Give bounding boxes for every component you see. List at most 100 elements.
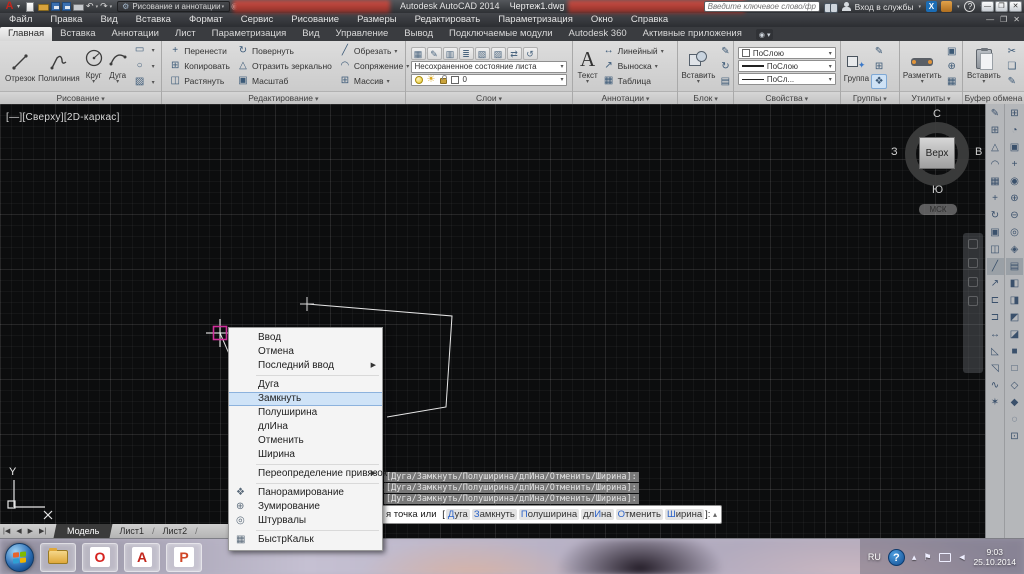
wcs-button[interactable]: МСК [919,204,957,215]
search-binoculars-icon[interactable] [824,2,838,12]
zoom-tool-icon[interactable]: ◌ [1006,411,1023,428]
lineweight-dropdown[interactable]: ПоСлою ▾ [738,60,836,72]
layer-tool-icon[interactable]: ↺ [523,47,538,60]
paste-button[interactable]: Вставить ▾ [967,47,1001,85]
tab-parametric[interactable]: Параметризация [204,27,295,41]
tab-layout1[interactable]: Лист1 [112,526,153,536]
table-button[interactable]: ▦Таблица [602,74,664,89]
undo-dropdown-icon[interactable]: ▾ [96,4,99,10]
zoom-tool-icon[interactable]: ⊞ [1006,105,1023,122]
zoom-tool-icon[interactable]: ◨ [1006,292,1023,309]
menu-item-width[interactable]: Ширина [229,448,382,462]
match-properties-button[interactable]: ✎ [1004,74,1020,89]
menu-item-snap-overrides[interactable]: Переопределение привязок▶ [229,467,382,481]
menu-item-pan[interactable]: ❖Панорамирование [229,486,382,500]
taskbar-explorer-button[interactable] [40,543,76,572]
communication-dropdown-icon[interactable]: ▾ [957,4,960,10]
layer-state-dropdown[interactable]: Несохраненное состояние листа ▾ [411,61,568,73]
modify-tool-icon[interactable]: ✶ [987,394,1004,411]
taskbar-opera-button[interactable]: O [82,543,118,572]
tab-plugins[interactable]: Подключаемые модули [441,27,561,41]
restore-button[interactable]: ❐ [995,1,1008,12]
zoom-tool-icon[interactable]: ◧ [1006,275,1023,292]
taskbar-powerpoint-button[interactable]: P [166,543,202,572]
move-button[interactable]: +Перенести [168,44,230,59]
zoom-tool-icon[interactable]: ◪ [1006,326,1023,343]
doc-minimize-button[interactable]: — [986,13,994,27]
communication-center-icon[interactable] [941,1,952,12]
sign-in-dropdown-icon[interactable]: ▾ [918,4,921,10]
menu-edit[interactable]: Правка [41,13,91,27]
measure-dropdown-icon[interactable]: ▾ [921,80,924,85]
navbar-icon[interactable] [968,296,978,306]
doc-close-button[interactable]: ✕ [1013,13,1020,27]
insert-dropdown-icon[interactable]: ▾ [697,80,700,85]
menu-item-undo[interactable]: Отменить [229,434,382,448]
menu-item-enter[interactable]: Ввод [229,331,382,345]
copy-button[interactable]: ⊞Копировать [168,59,230,74]
panel-block-label[interactable]: Блок [678,91,732,104]
modify-tool-icon[interactable]: ⊞ [987,122,1004,139]
menu-tools[interactable]: Сервис [232,13,283,27]
menu-view[interactable]: Вид [91,13,126,27]
modify-tool-icon[interactable]: ⊐ [987,309,1004,326]
menu-insert[interactable]: Вставка [127,13,180,27]
panel-properties-label[interactable]: Свойства [734,91,840,104]
tab-layout[interactable]: Лист [167,27,204,41]
viewcube-top-face[interactable]: Верх [919,137,955,169]
menu-item-zoom[interactable]: ⊕Зумирование [229,500,382,514]
command-history-toggle-icon[interactable]: ▴ [713,506,717,523]
modify-tool-icon[interactable]: ◫ [987,241,1004,258]
keyword-close[interactable]: Замкнуть [472,509,517,520]
redo-dropdown-icon[interactable]: ▾ [110,4,113,10]
zoom-tool-icon[interactable]: □ [1006,360,1023,377]
keyword-arc[interactable]: Дуга [446,509,470,520]
circle-button[interactable]: Круг ▾ [83,47,105,85]
zoom-tool-icon[interactable]: ◈ [1006,241,1023,258]
search-input[interactable] [704,1,820,12]
tab-view[interactable]: Вид [294,27,327,41]
modify-tool-icon[interactable]: ◠ [987,156,1004,173]
redo-button[interactable]: ↷ [100,1,108,12]
menu-format[interactable]: Формат [180,13,232,27]
paste-dropdown-icon[interactable]: ▾ [982,80,985,85]
action-center-flag-icon[interactable]: ⚑ [923,552,931,563]
menu-file[interactable]: Файл [0,13,41,27]
arc-button[interactable]: Дуга ▾ [108,47,128,85]
modify-tool-icon[interactable]: ╱ [987,258,1004,275]
viewcube-south-label[interactable]: Ю [932,184,943,196]
panel-draw-label[interactable]: Рисование [0,91,161,104]
panel-clipboard-label[interactable]: Буфер обмена [963,91,1024,104]
layer-tool-icon[interactable]: ▨ [491,47,506,60]
array-button[interactable]: ⊞Массив▾ [338,74,409,89]
line-button[interactable]: Отрезок [5,50,35,83]
menu-modify[interactable]: Редактировать [406,13,490,27]
arc-dropdown-icon[interactable]: ▾ [116,80,119,85]
group-edit-button[interactable]: ⊞ [871,59,887,74]
tab-featured-apps[interactable]: Активные приложения [635,27,750,41]
zoom-tool-icon[interactable]: ⊕ [1006,190,1023,207]
last-tab-arrow[interactable]: ▶| [36,527,49,535]
modify-tool-icon[interactable]: ▦ [987,173,1004,190]
viewcube-east-label[interactable]: В [975,146,982,158]
menu-item-cancel[interactable]: Отмена [229,345,382,359]
viewcube-west-label[interactable]: З [891,146,898,158]
navbar-icon[interactable] [968,239,978,249]
quick-calc-button[interactable]: ▦ [944,74,960,89]
minimize-button[interactable]: — [981,1,994,12]
circle-dropdown-icon[interactable]: ▾ [92,80,95,85]
modify-tool-icon[interactable]: ↻ [987,207,1004,224]
trim-button[interactable]: ╱Обрезать▾ [338,44,409,59]
menu-parametric[interactable]: Параметризация [489,13,582,27]
ellipse-button[interactable]: ○▾ [133,59,155,74]
scale-button[interactable]: ▣Масштаб [236,74,332,89]
navigation-bar[interactable] [963,233,983,373]
tab-output[interactable]: Вывод [396,27,441,41]
doc-restore-button[interactable]: ❐ [1000,13,1007,27]
dimension-linear-button[interactable]: ↔Линейный▾ [602,44,664,59]
menu-draw[interactable]: Рисование [282,13,348,27]
modify-tool-icon[interactable]: + [987,190,1004,207]
zoom-tool-icon[interactable]: ⊖ [1006,207,1023,224]
mirror-button[interactable]: △Отразить зеркально [236,59,332,74]
close-button[interactable]: ✕ [1009,1,1022,12]
